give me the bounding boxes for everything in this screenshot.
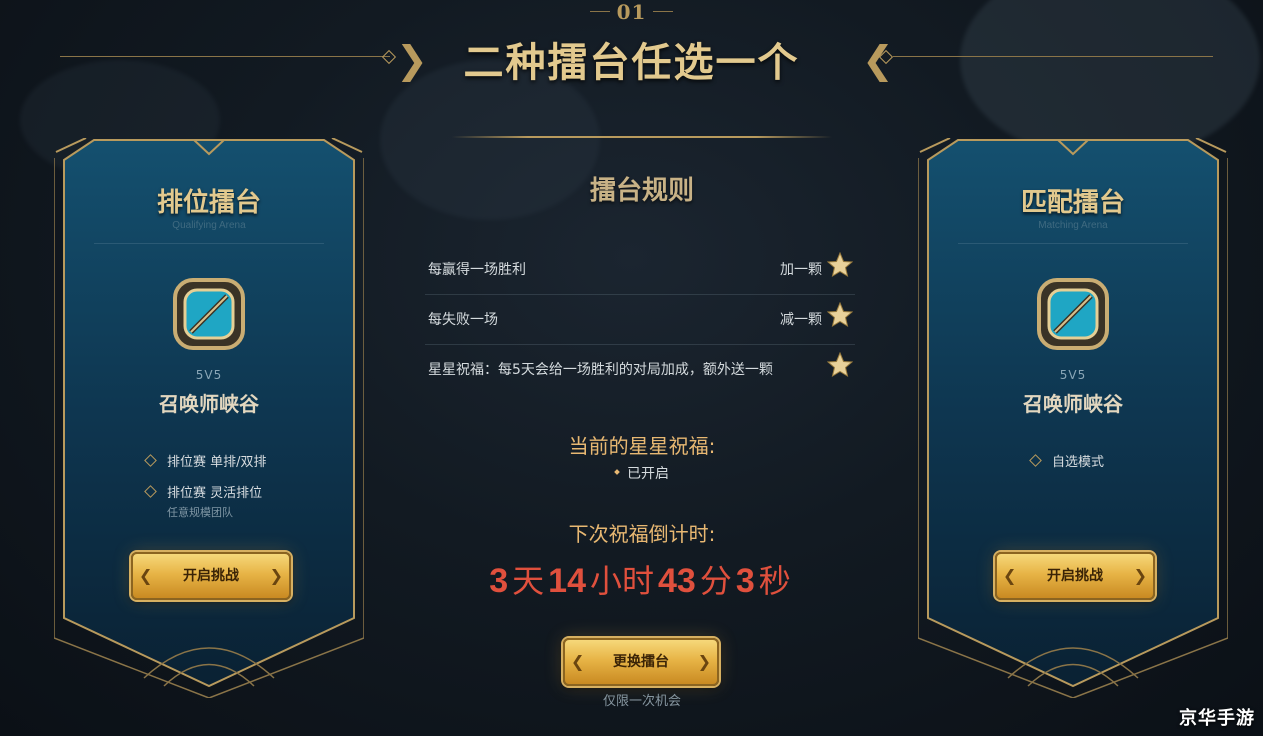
game-mode: 5V5 [1059,368,1087,382]
qualifying-arena-card: 排位擂台 Qualifying Arena 5V5 召唤师峡谷 排位赛 单排/双… [54,138,364,698]
center-top-rule [452,136,832,138]
countdown-seconds: 3 [735,562,755,600]
feature-item: 自选模式 [1029,451,1104,470]
feature-note: 任意规模团队 [167,506,233,519]
rule-text: 每失败一场 [428,312,498,328]
watermark: 京华手游 [1179,708,1255,729]
start-challenge-button[interactable]: ❮ 开启挑战 ❯ [131,552,291,600]
countdown-timer: 3 天 14 小时 43 分 3 秒 [402,556,882,602]
star-icon [827,252,853,278]
page-title: 二种擂台任选一个 [463,40,800,86]
card-subtitle: Matching Arena [1038,220,1108,231]
diamond-bullet-icon [1029,454,1042,467]
matching-arena-card: 匹配擂台 Matching Arena 5V5 召唤师峡谷 自选模式 ❮ 开启挑… [918,138,1228,698]
rules-title: 擂台规则 [589,176,694,206]
arrow-left-icon: ❮ [139,566,153,585]
rule-result: 加一颗 [780,262,822,278]
arrow-right-icon: ❯ [269,566,283,585]
arrow-right-icon: ❯ [1133,566,1147,585]
map-name: 召唤师峡谷 [1023,392,1123,416]
arrow-left-icon: ❮ [1003,566,1017,585]
arrow-left-icon: ❮ [571,652,585,671]
blessing-label: 当前的星星祝福: [568,434,716,458]
star-icon [827,302,853,328]
header-rule-left [60,56,390,57]
card-title: 匹配擂台 [1020,188,1125,218]
feature-item: 排位赛 灵活排位 [144,482,262,501]
rule-row: 星星祝福：每5天会给一场胜利的对局加成，额外送一颗 [425,344,855,394]
start-challenge-button[interactable]: ❮ 开启挑战 ❯ [995,552,1155,600]
countdown-hours-unit: 小时 [589,562,654,600]
arrow-right-icon: ❯ [697,652,711,671]
countdown-hours: 14 [548,562,586,600]
status-dot-icon [614,469,620,475]
card-divider [958,243,1188,244]
card-subtitle: Qualifying Arena [172,220,246,231]
diamond-bullet-icon [144,454,157,467]
blessing-status: 已开启 [452,463,832,483]
rule-text: 星星祝福：每5天会给一场胜利的对局加成，额外送一颗 [428,362,773,378]
game-mode: 5V5 [195,368,223,382]
card-divider [94,243,324,244]
countdown-days-unit: 天 [512,562,545,600]
header-rule-right [893,56,1213,57]
countdown-minutes-unit: 分 [699,562,732,600]
switch-arena-button[interactable]: ❮ 更换擂台 ❯ [563,638,719,686]
map-name: 召唤师峡谷 [159,392,259,416]
background-rock [960,0,1260,160]
card-title: 排位擂台 [156,188,261,218]
star-icon [827,352,853,378]
feature-item: 排位赛 单排/双排 [144,451,267,470]
arena-emblem-icon [173,278,245,350]
switch-note: 仅限一次机会 [602,694,681,709]
header-diamond [381,49,397,65]
rule-row: 每赢得一场胜利 加一颗 [425,244,855,295]
countdown-seconds-unit: 秒 [758,562,791,600]
diamond-bullet-icon [144,485,157,498]
arena-emblem-icon [1037,278,1109,350]
countdown-minutes: 43 [658,562,696,600]
rule-row: 每失败一场 减一颗 [425,294,855,345]
rule-text: 每赢得一场胜利 [428,262,526,278]
countdown-days: 3 [489,562,509,600]
countdown-label: 下次祝福倒计时: [568,522,716,546]
rule-result: 减一颗 [780,312,822,328]
section-number: 01 [616,0,647,24]
